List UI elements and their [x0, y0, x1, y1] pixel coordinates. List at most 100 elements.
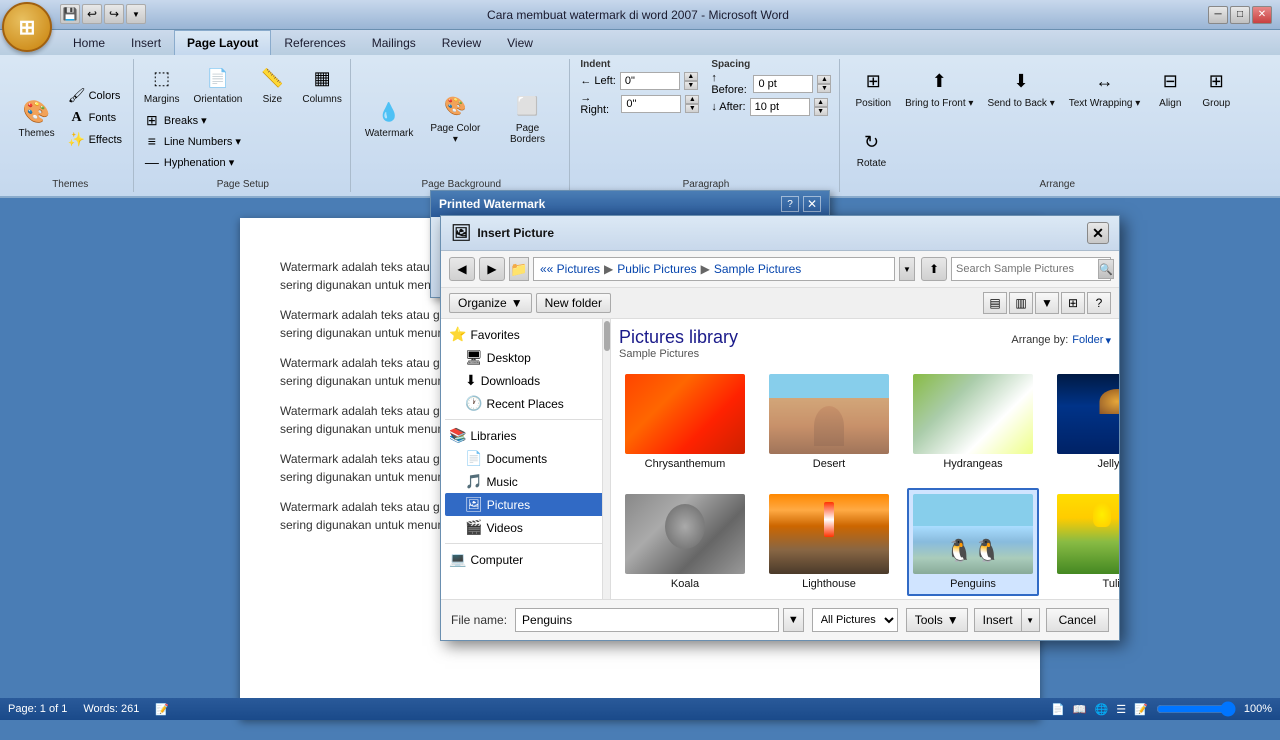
picture-item-tulips[interactable]: Tulips: [1051, 488, 1119, 596]
hyphenation-button[interactable]: — Hyphenation ▾: [139, 152, 246, 172]
breadcrumb-pictures[interactable]: «« Pictures: [540, 262, 600, 276]
view-details-button[interactable]: ▥: [1009, 292, 1033, 314]
organize-button[interactable]: Organize ▼: [449, 293, 532, 313]
breadcrumb-dropdown-button[interactable]: ▼: [899, 257, 915, 281]
nav-item-videos[interactable]: 🎬 Videos: [445, 516, 606, 539]
align-button[interactable]: ⊟ Align: [1149, 63, 1191, 112]
up-nav-button[interactable]: ⬆: [921, 257, 947, 281]
search-button[interactable]: 🔍: [1098, 259, 1114, 279]
breadcrumb-sample-pictures[interactable]: Sample Pictures: [714, 262, 801, 276]
line-numbers-button[interactable]: ≡ Line Numbers ▾: [139, 131, 246, 151]
zoom-slider[interactable]: [1156, 702, 1236, 716]
view-dropdown-button[interactable]: ▼: [1035, 292, 1059, 314]
group-button[interactable]: ⊞ Group: [1195, 63, 1237, 112]
watermark-button[interactable]: 💧 Watermark: [361, 93, 417, 142]
colors-button[interactable]: 🖌 Colors: [64, 86, 127, 106]
save-button[interactable]: 💾: [60, 4, 80, 24]
nav-item-computer[interactable]: 💻 Computer: [445, 548, 606, 571]
dropdown-arrow[interactable]: ▼: [126, 4, 146, 24]
view-web[interactable]: 🌐: [1095, 703, 1109, 716]
bring-to-front-button[interactable]: ⬆ Bring to Front ▾: [900, 63, 978, 112]
tab-review[interactable]: Review: [429, 30, 494, 55]
picture-item-chrysanthemum[interactable]: Chrysanthemum: [619, 368, 751, 476]
filename-input-wrap: ▼: [515, 608, 804, 632]
picture-item-lighthouse[interactable]: Lighthouse: [763, 488, 895, 596]
fonts-button[interactable]: A Fonts: [64, 108, 127, 128]
view-outline[interactable]: ☰: [1116, 703, 1126, 716]
before-spacing-input[interactable]: [753, 75, 813, 93]
before-up-arrow[interactable]: ▲: [817, 75, 831, 84]
picture-item-koala[interactable]: Koala: [619, 488, 751, 596]
page-color-button[interactable]: 🎨 Page Color ▾: [423, 88, 488, 148]
nav-scrollbar[interactable]: [602, 319, 610, 599]
rotate-button[interactable]: ↻ Rotate: [850, 123, 892, 172]
page-borders-button[interactable]: ⬜ Page Borders: [494, 88, 562, 148]
office-logo[interactable]: ⊞: [2, 2, 52, 52]
close-button[interactable]: ✕: [1252, 6, 1272, 24]
redo-button[interactable]: ↪: [104, 4, 124, 24]
effects-button[interactable]: ✨ Effects: [64, 130, 127, 150]
filename-input[interactable]: [515, 608, 779, 632]
nav-item-recent[interactable]: 🕐 Recent Places: [445, 392, 606, 415]
nav-item-desktop[interactable]: 🖥 Desktop: [445, 346, 606, 369]
filename-dropdown-button[interactable]: ▼: [783, 608, 804, 632]
orientation-button[interactable]: 📄 Orientation: [188, 59, 247, 108]
office-button[interactable]: ⊞: [2, 2, 52, 52]
tab-mailings[interactable]: Mailings: [359, 30, 429, 55]
help-button[interactable]: ?: [1087, 292, 1111, 314]
after-spacing-input[interactable]: [750, 98, 810, 116]
left-up-arrow[interactable]: ▲: [684, 72, 698, 81]
tab-view[interactable]: View: [494, 30, 546, 55]
watermark-close-button[interactable]: ✕: [803, 196, 821, 212]
undo-button[interactable]: ↩: [82, 4, 102, 24]
watermark-help-button[interactable]: ?: [781, 196, 799, 212]
view-normal[interactable]: 📄: [1051, 703, 1065, 716]
view-reading[interactable]: 📖: [1073, 703, 1087, 716]
tab-references[interactable]: References: [271, 30, 358, 55]
cancel-button[interactable]: Cancel: [1046, 608, 1109, 632]
view-draft[interactable]: 📝: [1134, 703, 1148, 716]
picture-item-hydrangeas[interactable]: Hydrangeas: [907, 368, 1039, 476]
tools-button[interactable]: Tools ▼: [906, 608, 968, 632]
tab-insert[interactable]: Insert: [118, 30, 174, 55]
right-up-arrow[interactable]: ▲: [685, 95, 699, 104]
picture-item-penguins[interactable]: Penguins: [907, 488, 1039, 596]
themes-button[interactable]: 🎨 Themes: [13, 93, 59, 142]
send-to-back-button[interactable]: ⬇ Send to Back ▾: [982, 63, 1059, 112]
forward-button[interactable]: ▶: [479, 257, 505, 281]
position-button[interactable]: ⊞ Position: [850, 63, 896, 112]
text-wrapping-button[interactable]: ↔ Text Wrapping ▾: [1064, 63, 1146, 112]
breadcrumb-public-pictures[interactable]: Public Pictures: [617, 262, 696, 276]
breaks-button[interactable]: ⊞ Breaks ▾: [139, 110, 246, 130]
minimize-button[interactable]: ─: [1208, 6, 1228, 24]
insert-dialog-close-button[interactable]: ✕: [1087, 222, 1109, 244]
after-up-arrow[interactable]: ▲: [814, 98, 828, 107]
nav-item-music[interactable]: 🎵 Music: [445, 470, 606, 493]
arrange-by-value[interactable]: Folder ▾: [1072, 334, 1111, 347]
after-down-arrow[interactable]: ▼: [814, 107, 828, 116]
left-indent-input[interactable]: [620, 72, 680, 90]
view-list-button[interactable]: ▤: [983, 292, 1007, 314]
nav-item-downloads[interactable]: ⬇ Downloads: [445, 369, 606, 392]
right-indent-input[interactable]: [621, 95, 681, 113]
tab-home[interactable]: Home: [60, 30, 118, 55]
picture-item-desert[interactable]: Desert: [763, 368, 895, 476]
tab-page-layout[interactable]: Page Layout: [174, 30, 271, 55]
back-button[interactable]: ◀: [449, 257, 475, 281]
size-button[interactable]: 📏 Size: [251, 59, 293, 108]
picture-item-jellyfish[interactable]: Jellyfish: [1051, 368, 1119, 476]
right-down-arrow[interactable]: ▼: [685, 104, 699, 113]
maximize-button[interactable]: □: [1230, 6, 1250, 24]
insert-button[interactable]: Insert: [974, 608, 1022, 632]
margins-button[interactable]: ⬚ Margins: [139, 59, 185, 108]
left-down-arrow[interactable]: ▼: [684, 81, 698, 90]
before-down-arrow[interactable]: ▼: [817, 84, 831, 93]
large-icons-button[interactable]: ⊞: [1061, 292, 1085, 314]
nav-item-documents[interactable]: 📄 Documents: [445, 447, 606, 470]
filetype-select[interactable]: All Pictures: [812, 608, 898, 632]
new-folder-button[interactable]: New folder: [536, 293, 611, 313]
insert-button-arrow[interactable]: ▼: [1022, 608, 1040, 632]
nav-item-pictures[interactable]: 🖼 Pictures: [445, 493, 606, 516]
search-input[interactable]: [956, 263, 1098, 275]
columns-button[interactable]: ▦ Columns: [297, 59, 346, 108]
